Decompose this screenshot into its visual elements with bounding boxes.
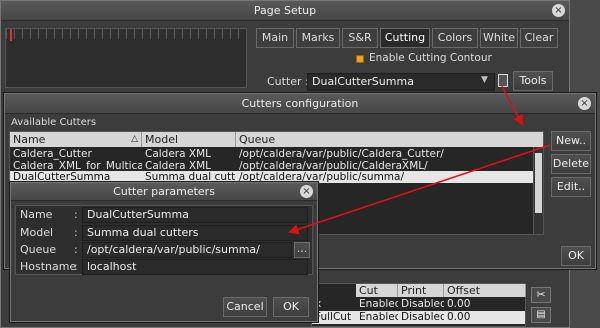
cutter-params-title: Cutter parameters (113, 185, 215, 198)
document-icon[interactable] (498, 74, 508, 87)
header-cut: Cut (356, 284, 398, 297)
new-cutter-button[interactable]: New.. (551, 131, 591, 151)
tab-white[interactable]: White (480, 28, 518, 48)
cutters-config-title: Cutters configuration (241, 97, 359, 110)
tab-sr[interactable]: S&R (342, 28, 378, 48)
model-colon: : (74, 226, 78, 239)
queue-label: Queue (20, 243, 57, 256)
cell-name: x (315, 298, 322, 310)
cancel-button[interactable]: Cancel (223, 297, 267, 317)
edit-cutter-button[interactable]: Edit.. (551, 177, 591, 197)
ruler (6, 29, 246, 39)
sort-triangle-icon: △ (131, 134, 138, 144)
available-cutters-label: Available Cutters (11, 117, 97, 128)
page-setup-title: Page Setup (253, 4, 317, 17)
cell-name: FullCut (315, 311, 352, 323)
cell-queue: /opt/caldera/var/public/CalderaXML/ (239, 159, 428, 172)
cutter-params-titlebar: Cutter parameters × (11, 183, 317, 201)
print-icon[interactable]: ▤ (531, 307, 551, 323)
name-label: Name (20, 208, 53, 221)
header-queue[interactable]: Queue (236, 132, 543, 147)
cutter-label: Cutter : (267, 75, 309, 88)
cell-model: Caldera XML (145, 159, 211, 172)
ok-button[interactable]: OK (273, 297, 309, 317)
model-label: Model (20, 226, 54, 239)
hostname-colon: : (74, 260, 78, 273)
delete-cutter-button[interactable]: Delete (551, 154, 591, 174)
name-colon: : (74, 208, 78, 221)
cell-print: Disabled (401, 311, 444, 323)
header-name[interactable]: Name △ (10, 132, 142, 147)
ok-button[interactable]: OK (561, 246, 591, 266)
page-setup-titlebar: Page Setup × (1, 1, 569, 21)
enable-cutting-checkbox[interactable] (356, 55, 364, 63)
cell-offset: 0.00 (447, 311, 471, 323)
enable-cutting-label: Enable Cutting Contour (369, 52, 492, 64)
cell-offset: 0.00 (447, 298, 471, 310)
header-model[interactable]: Model (142, 132, 236, 147)
tab-colors[interactable]: Colors (432, 28, 478, 48)
params-form: Name : DualCutterSumma Model : Summa dua… (15, 205, 313, 275)
name-field[interactable]: DualCutterSumma (82, 207, 308, 223)
scrollbar-thumb[interactable] (535, 153, 542, 213)
cut-tool-icon[interactable]: ✂ (531, 287, 551, 303)
queue-field[interactable]: /opt/caldera/var/public/summa/ (82, 242, 292, 258)
close-icon[interactable]: × (552, 4, 565, 17)
cut-print-table: Cut Print Offset x Enabled Disabled 0.00… (311, 283, 526, 327)
vertical-scrollbar[interactable] (533, 147, 543, 234)
tab-cutting[interactable]: Cutting (380, 28, 430, 48)
browse-button[interactable]: ... (294, 242, 310, 258)
model-select[interactable]: Summa dual cutters (82, 225, 308, 241)
hostname-field[interactable]: localhost (82, 259, 308, 275)
preview-area (5, 28, 247, 88)
table-row[interactable]: x Enabled Disabled 0.00 (312, 298, 525, 311)
cell-print: Disabled (401, 298, 444, 310)
cutters-config-titlebar: Cutters configuration × (5, 94, 595, 114)
cell-queue: /opt/caldera/var/public/Caldera_Cutter/ (239, 148, 444, 160)
queue-colon: : (74, 243, 78, 256)
tab-main[interactable]: Main (256, 28, 294, 48)
cell-name: Caldera_XML_for_Multicam (13, 159, 142, 172)
cutter-params-window: Cutter parameters × Name : DualCutterSum… (10, 182, 318, 322)
header-print: Print (398, 284, 444, 297)
cutter-select[interactable]: DualCutterSumma (307, 73, 495, 91)
table-row[interactable]: Caldera_Cutter Caldera XML/opt/caldera/va… (10, 148, 543, 160)
table-row[interactable]: Caldera_XML_for_Multicam Caldera XML/opt/… (10, 160, 543, 172)
header-offset: Offset (444, 284, 526, 297)
table-row[interactable]: FullCut Enabled Disabled 0.00 (312, 311, 525, 324)
hostname-label: Hostname (20, 260, 77, 273)
chevron-down-icon[interactable]: ▼ (481, 75, 491, 89)
tab-marks[interactable]: Marks (296, 28, 340, 48)
ruler-marker (10, 29, 12, 41)
close-icon[interactable]: × (578, 97, 591, 110)
cell-cut: Enabled (359, 298, 398, 310)
cell-model: Caldera XML (145, 148, 211, 160)
header-name-label: Name (13, 133, 46, 146)
close-icon[interactable]: × (300, 185, 313, 198)
tools-button[interactable]: Tools (513, 71, 553, 91)
tab-clear[interactable]: Clear (520, 28, 558, 48)
cell-name: Caldera_Cutter (13, 148, 92, 160)
cell-cut: Enabled (359, 311, 398, 323)
